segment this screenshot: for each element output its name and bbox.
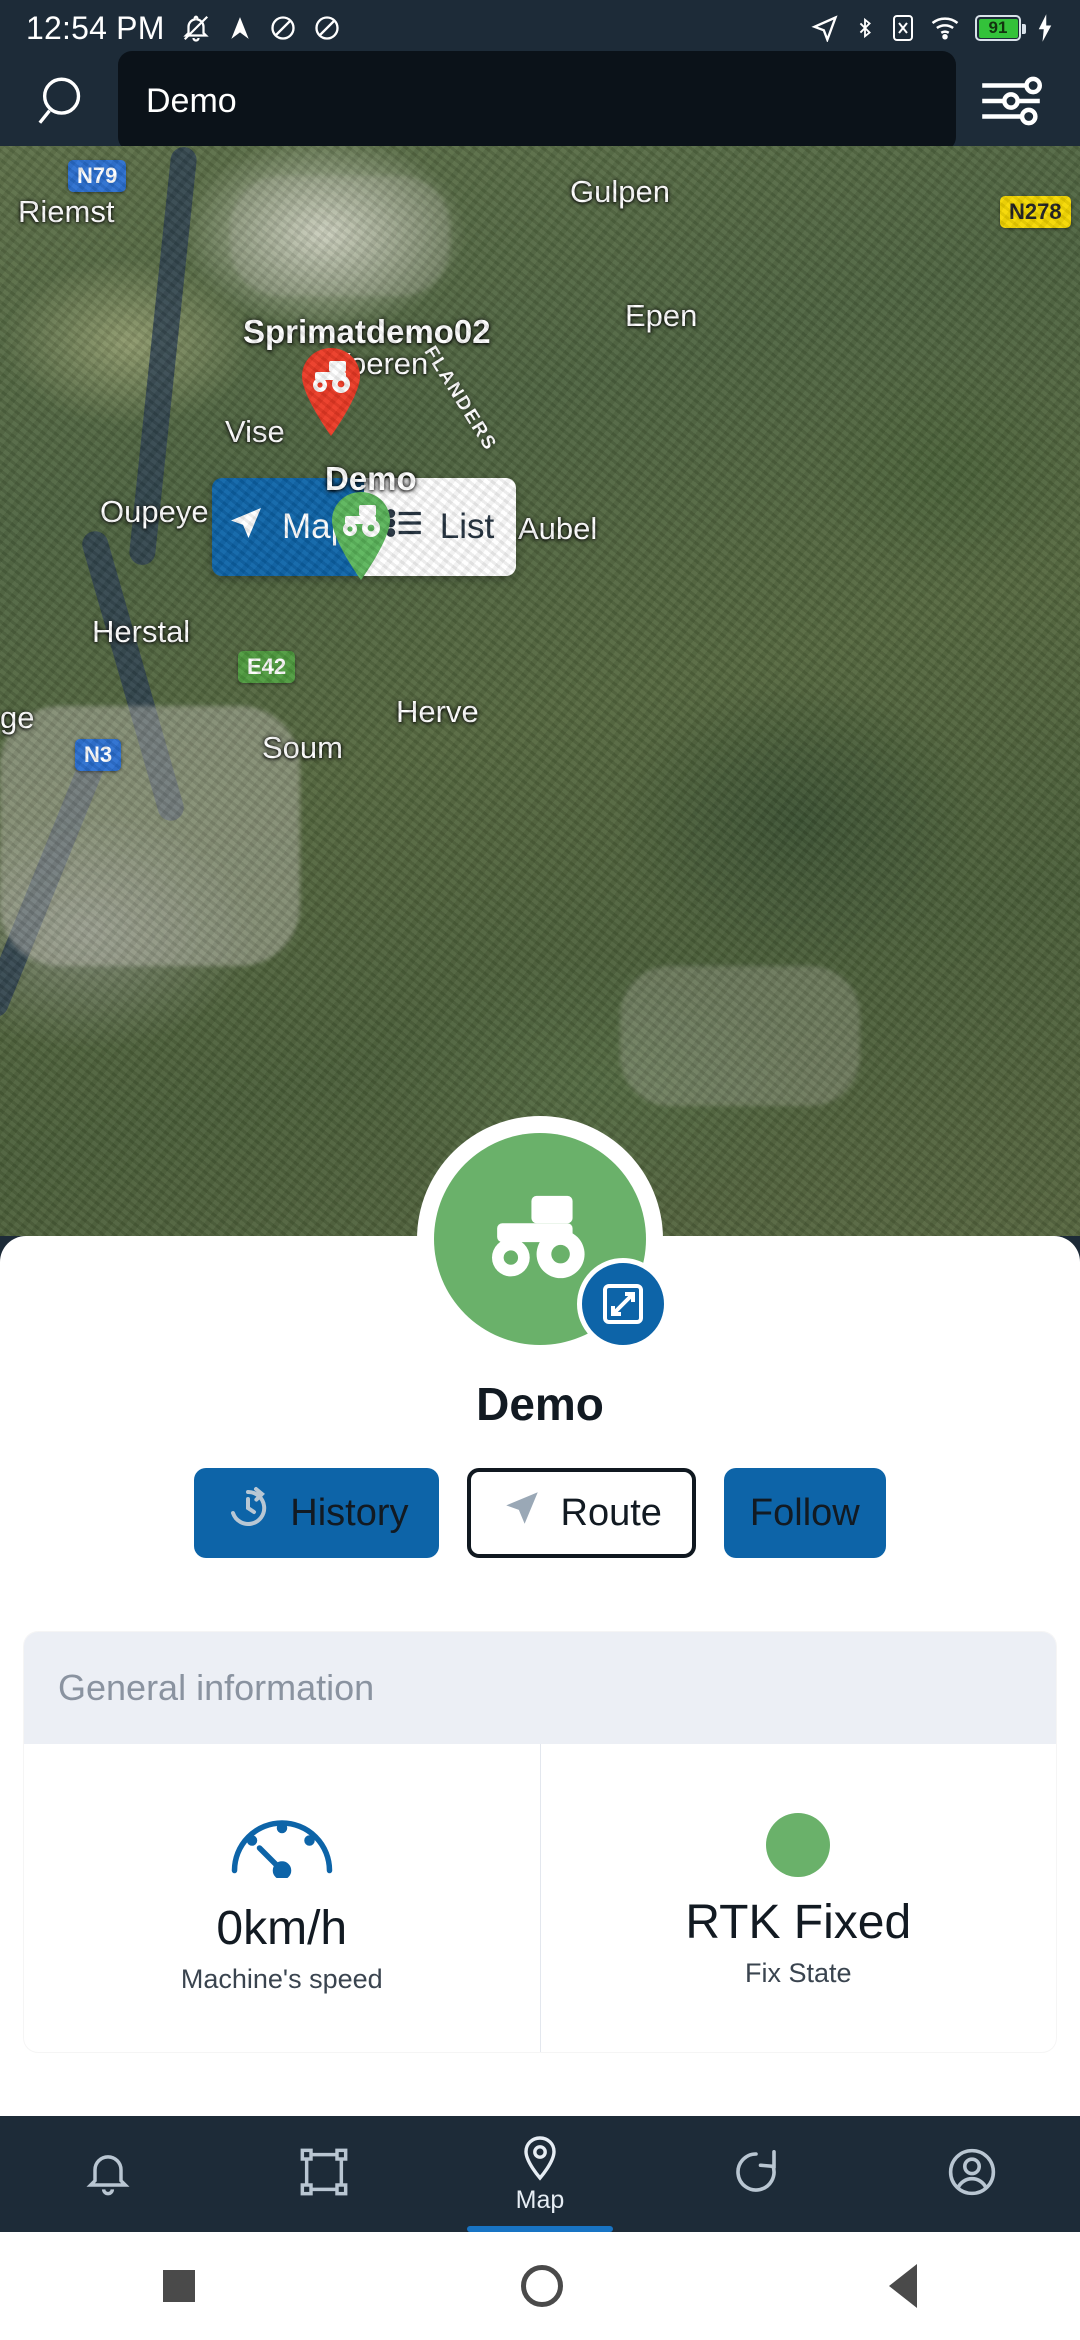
info-cell-fix-state: RTK Fixed Fix State	[539, 1744, 1057, 2052]
back-triangle-icon[interactable]	[889, 2264, 917, 2308]
charging-bolt-icon	[1036, 13, 1054, 43]
tractor-icon	[480, 1189, 600, 1290]
map-marker-sprimatdemo02[interactable]	[296, 346, 366, 438]
status-bar-clock: 12:54 PM	[26, 9, 165, 46]
map-place-label: Aubel	[518, 511, 598, 546]
implement-width-icon[interactable]	[577, 1258, 669, 1350]
sim-missing-icon	[891, 13, 915, 43]
map-place-label: Riemst	[18, 194, 115, 229]
map-list-toggle[interactable]: Map List	[212, 478, 516, 576]
recents-square-icon[interactable]	[163, 2270, 195, 2302]
clock-rotate-icon	[224, 1484, 272, 1542]
tab-map-label: Map	[281, 507, 351, 546]
speedometer-icon	[227, 1808, 337, 1883]
list-bullets-icon	[386, 506, 424, 549]
machine-speed-value: 0km/h	[216, 1901, 348, 1955]
map-river	[128, 146, 198, 567]
tab-list-label: List	[439, 507, 495, 546]
info-cell-speed: 0km/h Machine's speed	[24, 1744, 540, 2052]
map-place-label: Voeren	[330, 346, 429, 381]
home-circle-icon[interactable]	[521, 2265, 563, 2307]
fix-state-value: RTK Fixed	[685, 1896, 912, 1949]
page-title: Demo	[476, 1378, 604, 1430]
navigation-arrow-icon	[226, 503, 266, 552]
map-place-label: Gulpen	[570, 174, 670, 209]
map-place-label: Herstal	[92, 614, 191, 649]
do-not-disturb-icon	[269, 14, 297, 42]
map-place-label: Oupeye	[100, 494, 209, 529]
map-place-label: Herve	[396, 694, 479, 729]
bottom-navigation: Map	[0, 2116, 1080, 2232]
map-river	[79, 528, 187, 824]
status-bar-right-icons: 91	[811, 13, 1054, 43]
road-shield-e42: E42	[238, 651, 296, 683]
history-button-label: History	[290, 1491, 409, 1534]
filter-sliders-icon[interactable]	[966, 75, 1056, 127]
general-information-body: 0km/h Machine's speed RTK Fixed Fix Stat…	[24, 1744, 1056, 2052]
tab-map[interactable]: Map	[212, 478, 364, 576]
route-button-label: Route	[560, 1491, 662, 1534]
nav-item-fields[interactable]	[216, 2116, 432, 2232]
wifi-icon	[930, 15, 960, 41]
map-place-label: Soum	[262, 730, 343, 765]
map-marker-label-demo: Demo	[325, 460, 417, 497]
search-input-value: Demo	[146, 81, 237, 120]
tab-list[interactable]: List	[364, 478, 516, 576]
fix-state-label: Fix State	[744, 1958, 852, 1988]
app-root: 12:54 PM 91 Demo Riemst Gulpen Epen Voer…	[0, 0, 1080, 2340]
tractor-icon	[343, 505, 380, 537]
location-arrow-icon	[227, 13, 253, 43]
map-canvas[interactable]: Riemst Gulpen Epen Voeren Vise Oupeye Au…	[0, 146, 1080, 1236]
follow-button-label: Follow	[749, 1491, 860, 1534]
map-urban-area	[230, 176, 450, 296]
history-button[interactable]: History	[194, 1468, 439, 1558]
map-marker-demo[interactable]	[326, 490, 396, 582]
status-dot-icon	[766, 1813, 831, 1877]
map-place-label: Epen	[625, 298, 698, 333]
bluetooth-icon	[854, 14, 876, 42]
nav-item-alerts[interactable]	[0, 2116, 216, 2232]
map-urban-area	[620, 966, 860, 1106]
system-navigation-bar	[0, 2232, 1080, 2340]
navigation-icon	[811, 14, 839, 42]
road-shield-n278: N278	[1000, 196, 1071, 228]
map-place-label: Vise	[225, 414, 285, 449]
status-bar-left-icons	[181, 13, 341, 43]
map-river	[0, 751, 108, 1021]
do-not-disturb-icon	[313, 14, 341, 42]
nav-item-map[interactable]: Map	[432, 2116, 648, 2232]
route-button[interactable]: Route	[466, 1468, 696, 1558]
general-information-title: General information	[24, 1632, 1056, 1744]
battery-icon: 91	[975, 15, 1026, 41]
navigation-arrow-icon	[501, 1487, 543, 1539]
status-bar: 12:54 PM 91	[0, 0, 1080, 56]
road-shield-n79: N79	[68, 160, 127, 192]
map-urban-area	[0, 706, 300, 966]
tractor-icon	[313, 361, 350, 393]
nav-item-account[interactable]	[864, 2116, 1080, 2232]
general-information-card: General information 0km/h Machine's spee…	[24, 1632, 1056, 2052]
follow-button[interactable]: Follow	[723, 1468, 886, 1558]
search-input[interactable]: Demo	[118, 51, 956, 151]
road-shield-n3: N3	[75, 739, 122, 771]
avatar[interactable]	[417, 1116, 669, 1362]
search-icon[interactable]	[24, 72, 104, 130]
map-place-label: ge	[0, 700, 35, 735]
mute-bell-icon	[181, 13, 211, 43]
map-marker-label-sprimatdemo02: Sprimatdemo02	[243, 313, 491, 350]
machine-speed-label: Machine's speed	[180, 1963, 383, 1994]
nav-item-history[interactable]	[648, 2116, 864, 2232]
battery-level: 91	[988, 18, 1008, 37]
map-region-label: FLANDERS	[419, 342, 501, 455]
action-button-row: History Route Follow	[0, 1468, 1080, 1558]
app-header: Demo	[0, 51, 1080, 151]
nav-item-map-label: Map	[515, 2185, 565, 2214]
